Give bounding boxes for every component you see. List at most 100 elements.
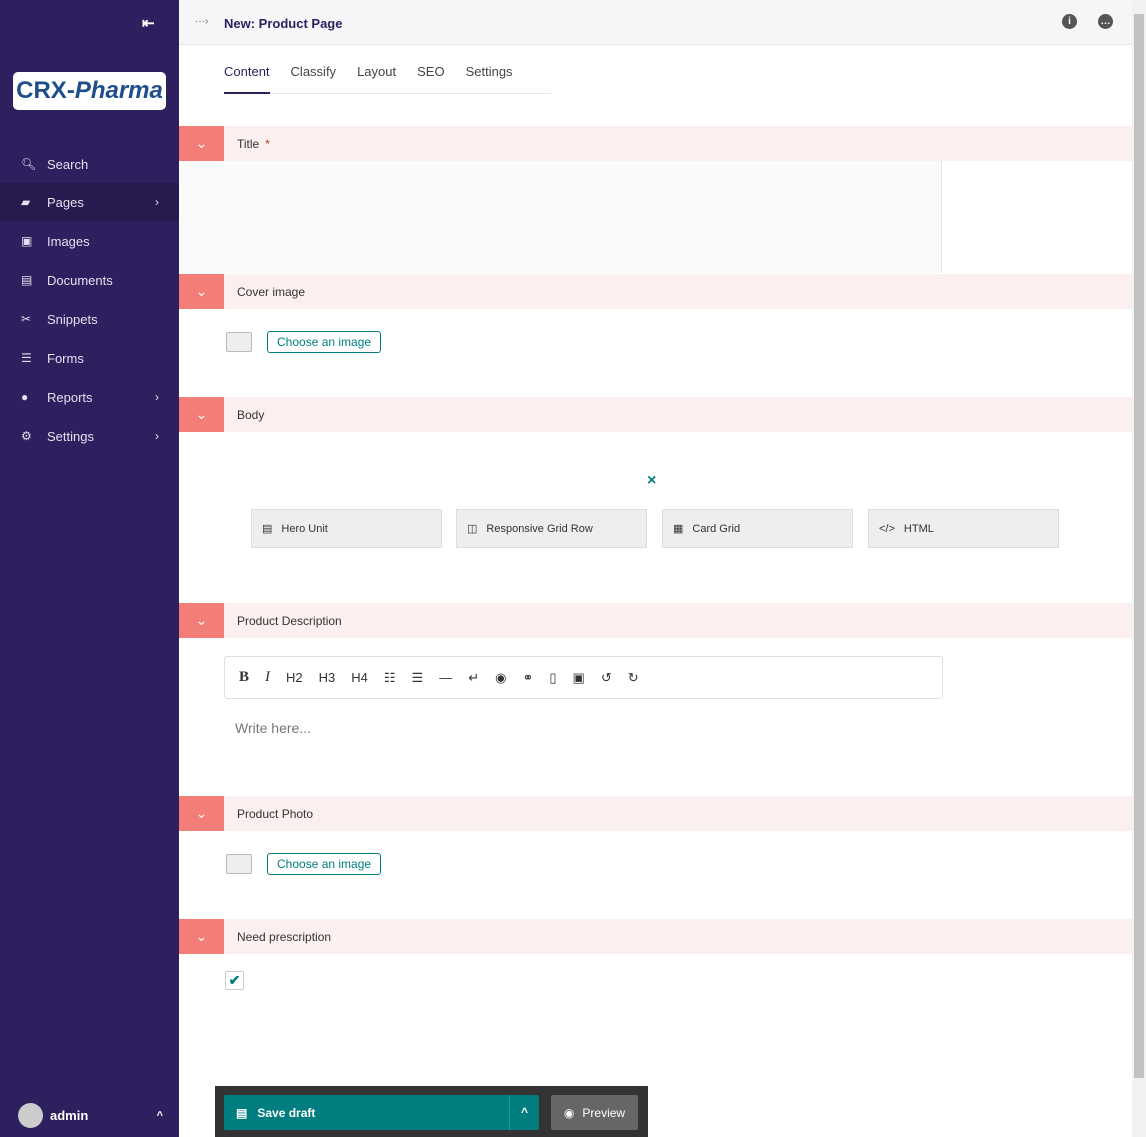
chevron-down-icon[interactable]: ⌄ bbox=[179, 126, 224, 161]
sidebar-item-reports[interactable]: ● Reports › bbox=[0, 378, 179, 416]
image-icon: ▣ bbox=[21, 234, 33, 248]
sidebar-item-forms[interactable]: ☰ Forms bbox=[0, 339, 179, 377]
user-menu[interactable]: admin ^ bbox=[18, 1103, 163, 1128]
hero-icon: ▤ bbox=[262, 523, 273, 535]
bold-button[interactable]: B bbox=[239, 669, 249, 686]
chevron-down-icon[interactable]: ⌄ bbox=[179, 603, 224, 638]
sidebar-item-images[interactable]: ▣ Images bbox=[0, 222, 179, 260]
folder-icon: ▰ bbox=[21, 195, 31, 209]
logo[interactable]: CRX-Pharma bbox=[13, 72, 166, 110]
label: Pages bbox=[47, 194, 84, 210]
tab-content[interactable]: Content bbox=[224, 56, 270, 94]
block-label: HTML bbox=[903, 522, 934, 535]
tab-layout[interactable]: Layout bbox=[357, 56, 396, 94]
label: Reports bbox=[47, 389, 93, 405]
block-hero-unit[interactable]: ▤ Hero Unit bbox=[251, 509, 442, 548]
label: Forms bbox=[47, 350, 84, 366]
horizontal-rule-icon[interactable]: — bbox=[439, 670, 452, 685]
label: Images bbox=[47, 233, 90, 249]
panel-product-description: ⌄ Product Description bbox=[179, 603, 1132, 638]
grid-icon: ▦ bbox=[673, 523, 684, 535]
editor-input[interactable]: Write here... bbox=[235, 720, 311, 736]
close-icon[interactable]: × bbox=[647, 472, 656, 490]
panel-need-prescription: ⌄ Need prescription bbox=[179, 919, 1132, 954]
label: Settings bbox=[47, 428, 94, 444]
top-header: ···› New: Product Page i … bbox=[179, 0, 1132, 45]
preview-button[interactable]: ◉ Preview bbox=[551, 1095, 638, 1130]
sidebar-item-search[interactable]: 🔍︎ Search bbox=[0, 145, 179, 183]
save-draft-button[interactable]: ▤ Save draft ^ bbox=[224, 1095, 539, 1130]
link-icon[interactable]: ⚭ bbox=[522, 670, 533, 686]
chevron-down-icon[interactable]: ⌄ bbox=[179, 274, 224, 309]
panel-label: Cover image bbox=[237, 285, 306, 299]
chevron-right-icon: › bbox=[155, 195, 159, 209]
form-icon: ☰ bbox=[21, 351, 32, 365]
bullet-list-icon[interactable]: ☰ bbox=[412, 670, 424, 686]
panel-product-photo: ⌄ Product Photo bbox=[179, 796, 1132, 831]
scrollbar-thumb[interactable] bbox=[1134, 14, 1144, 1078]
italic-button[interactable]: I bbox=[265, 669, 270, 686]
tab-settings[interactable]: Settings bbox=[466, 56, 513, 94]
label: Snippets bbox=[47, 311, 98, 327]
panel-label: Product Description bbox=[237, 614, 342, 628]
preview-label: Preview bbox=[582, 1105, 626, 1120]
panel-cover-image: ⌄ Cover image bbox=[179, 274, 1132, 309]
panel-label: Body bbox=[237, 408, 265, 422]
redo-icon[interactable]: ↻ bbox=[628, 670, 639, 686]
need-prescription-checkbox[interactable]: ✔ bbox=[225, 971, 244, 990]
panel-body: ⌄ Body bbox=[179, 397, 1132, 432]
chevron-up-icon[interactable]: ^ bbox=[509, 1095, 539, 1130]
panel-label: Title bbox=[237, 137, 260, 151]
h2-button[interactable]: H2 bbox=[286, 670, 303, 685]
block-card-grid[interactable]: ▦ Card Grid bbox=[662, 509, 853, 548]
panel-label: Need prescription bbox=[237, 930, 332, 944]
code-icon: </> bbox=[879, 522, 895, 535]
columns-icon: ◫ bbox=[467, 523, 478, 535]
image-icon[interactable]: ▣ bbox=[573, 670, 585, 686]
choose-image-button[interactable]: Choose an image bbox=[267, 853, 382, 875]
block-label: Hero Unit bbox=[281, 522, 328, 535]
sidebar-item-snippets[interactable]: ✂ Snippets bbox=[0, 300, 179, 338]
block-label: Responsive Grid Row bbox=[486, 522, 593, 535]
document-icon: ▤ bbox=[21, 273, 33, 287]
panel-label: Product Photo bbox=[237, 807, 314, 821]
panel-title: ⌄ Title * bbox=[179, 126, 1132, 161]
embed-video-icon[interactable]: ◉ bbox=[495, 670, 506, 686]
sidebar-item-pages[interactable]: ▰ Pages › bbox=[0, 183, 179, 221]
eye-icon: ◉ bbox=[563, 1105, 575, 1120]
chevron-right-icon: › bbox=[155, 390, 159, 404]
line-break-icon[interactable]: ↵ bbox=[468, 670, 479, 686]
avatar bbox=[18, 1103, 43, 1128]
chevron-down-icon[interactable]: ⌄ bbox=[179, 397, 224, 432]
document-link-icon[interactable]: ▯ bbox=[549, 670, 556, 686]
block-html[interactable]: </> HTML bbox=[868, 509, 1059, 548]
chevron-up-icon: ^ bbox=[156, 1109, 163, 1122]
search-icon: 🔍︎ bbox=[21, 157, 37, 171]
title-input[interactable] bbox=[179, 161, 942, 273]
globe-icon: ● bbox=[21, 390, 29, 404]
collapse-sidebar-icon[interactable]: ⇤ bbox=[142, 14, 155, 32]
tab-bar: Content Classify Layout SEO Settings bbox=[224, 56, 551, 94]
image-placeholder-icon bbox=[226, 854, 252, 874]
sidebar-item-documents[interactable]: ▤ Documents bbox=[0, 261, 179, 299]
save-label: Save draft bbox=[257, 1105, 316, 1120]
undo-icon[interactable]: ↺ bbox=[601, 670, 612, 686]
cogs-icon: ⚙ bbox=[21, 429, 32, 443]
sidebar: ⇤ CRX-Pharma 🔍︎ Search ▰ Pages › ▣ Images ▤ D… bbox=[0, 0, 179, 1137]
required-marker: * bbox=[265, 137, 270, 151]
chevron-down-icon[interactable]: ⌄ bbox=[179, 796, 224, 831]
chevron-down-icon[interactable]: ⌄ bbox=[179, 919, 224, 954]
breadcrumb[interactable]: ···› bbox=[195, 16, 208, 27]
tab-classify[interactable]: Classify bbox=[291, 56, 337, 94]
page-title: New: Product Page bbox=[224, 16, 343, 31]
label: Search bbox=[47, 156, 89, 172]
info-icon[interactable]: i bbox=[1062, 14, 1077, 29]
comment-icon[interactable]: … bbox=[1098, 14, 1113, 29]
ordered-list-icon[interactable]: ☷ bbox=[384, 670, 396, 686]
tab-seo[interactable]: SEO bbox=[417, 56, 444, 94]
block-responsive-grid-row[interactable]: ◫ Responsive Grid Row bbox=[456, 509, 647, 548]
h3-button[interactable]: H3 bbox=[319, 670, 336, 685]
choose-image-button[interactable]: Choose an image bbox=[267, 331, 382, 353]
sidebar-item-settings[interactable]: ⚙ Settings › bbox=[0, 417, 179, 455]
h4-button[interactable]: H4 bbox=[351, 670, 368, 685]
